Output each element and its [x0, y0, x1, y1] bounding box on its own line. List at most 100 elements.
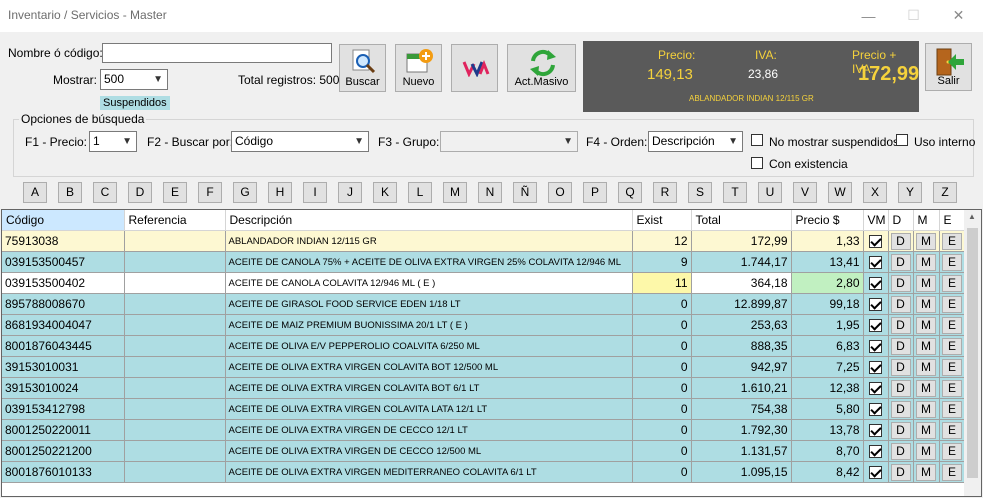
cell-stock[interactable]: 9 — [632, 251, 692, 273]
cell-description[interactable]: ACEITE DE OLIVA E/V PEPPEROLIO COALVITA … — [225, 335, 633, 357]
modify-button[interactable]: M — [916, 232, 936, 250]
vm-checkbox[interactable] — [869, 423, 882, 437]
detail-button[interactable]: D — [890, 463, 911, 481]
letter-filter-button[interactable]: O — [548, 182, 572, 203]
vm-checkbox[interactable] — [869, 318, 882, 332]
vm-checkbox[interactable] — [869, 402, 882, 416]
cell-price[interactable]: 1,33 — [791, 230, 864, 252]
cell-total[interactable]: 888,35 — [691, 335, 792, 357]
column-header-description[interactable]: Descripción — [225, 210, 633, 231]
column-header-m[interactable]: M — [913, 210, 940, 231]
cell-stock[interactable]: 0 — [632, 419, 692, 441]
column-header-e[interactable]: E — [939, 210, 966, 231]
cell-total[interactable]: 1.131,57 — [691, 440, 792, 462]
vm-checkbox[interactable] — [869, 297, 882, 311]
search-by-select[interactable]: Código ▼ — [231, 131, 369, 152]
vm-checkbox[interactable] — [869, 381, 882, 395]
table-row[interactable]: 039153412798 ACEITE DE OLIVA EXTRA VIRGEN… — [2, 398, 966, 420]
column-header-d[interactable]: D — [888, 210, 914, 231]
search-button[interactable]: Buscar — [339, 44, 386, 92]
cell-reference[interactable] — [124, 440, 226, 462]
column-header-total[interactable]: Total — [691, 210, 792, 231]
cell-code[interactable]: 895788008670 — [2, 293, 125, 315]
cell-price[interactable]: 1,95 — [791, 314, 864, 336]
table-row[interactable]: 039153500402 ACEITE DE CANOLA COLAVITA 12… — [2, 272, 966, 294]
modify-button[interactable]: M — [916, 295, 936, 313]
letter-filter-button[interactable]: H — [268, 182, 292, 203]
delete-button[interactable]: E — [942, 253, 962, 271]
cell-code[interactable]: 8681934004047 — [2, 314, 125, 336]
detail-button[interactable]: D — [890, 421, 911, 439]
cell-reference[interactable] — [124, 356, 226, 378]
cell-reference[interactable] — [124, 314, 226, 336]
cell-reference[interactable] — [124, 335, 226, 357]
letter-filter-button[interactable]: K — [373, 182, 397, 203]
cell-price[interactable]: 7,25 — [791, 356, 864, 378]
cell-stock[interactable]: 0 — [632, 314, 692, 336]
cell-description[interactable]: ACEITE DE OLIVA EXTRA VIRGEN COLAVITA BO… — [225, 377, 633, 399]
modify-button[interactable]: M — [916, 379, 936, 397]
vm-checkbox[interactable] — [869, 255, 882, 269]
delete-button[interactable]: E — [942, 316, 962, 334]
modify-button[interactable]: M — [916, 421, 936, 439]
cell-price[interactable]: 8,42 — [791, 461, 864, 483]
detail-button[interactable]: D — [890, 337, 911, 355]
modify-button[interactable]: M — [916, 253, 936, 271]
cell-code[interactable]: 8001876043445 — [2, 335, 125, 357]
detail-button[interactable]: D — [890, 274, 911, 292]
detail-button[interactable]: D — [890, 358, 911, 376]
delete-button[interactable]: E — [942, 295, 962, 313]
cell-description[interactable]: ACEITE DE MAIZ PREMIUM BUONISSIMA 20/1 L… — [225, 314, 633, 336]
bulk-update-button[interactable]: Act.Masivo — [507, 44, 576, 92]
letter-filter-button[interactable]: W — [828, 182, 852, 203]
letter-filter-button[interactable]: M — [443, 182, 467, 203]
price-level-select[interactable]: 1 ▼ — [89, 131, 137, 152]
letter-filter-button[interactable]: X — [863, 182, 887, 203]
cell-total[interactable]: 754,38 — [691, 398, 792, 420]
group-select[interactable]: ▼ — [440, 131, 578, 152]
letter-filter-button[interactable]: E — [163, 182, 187, 203]
cell-total[interactable]: 1.095,15 — [691, 461, 792, 483]
cell-reference[interactable] — [124, 272, 226, 294]
show-count-select[interactable]: 500 ▼ — [100, 69, 168, 90]
vertical-scrollbar[interactable]: ▲ — [964, 210, 981, 496]
cell-stock[interactable]: 0 — [632, 440, 692, 462]
cell-reference[interactable] — [124, 251, 226, 273]
cell-stock[interactable]: 0 — [632, 398, 692, 420]
letter-filter-button[interactable]: C — [93, 182, 117, 203]
cell-price[interactable]: 6,83 — [791, 335, 864, 357]
table-row[interactable]: 895788008670 ACEITE DE GIRASOL FOOD SERVI… — [2, 293, 966, 315]
cell-code[interactable]: 039153500402 — [2, 272, 125, 294]
suspended-badge[interactable]: Suspendidos — [100, 96, 170, 110]
cell-reference[interactable] — [124, 230, 226, 252]
modify-button[interactable]: M — [916, 442, 936, 460]
detail-button[interactable]: D — [890, 442, 911, 460]
name-search-input[interactable] — [102, 43, 332, 63]
detail-button[interactable]: D — [890, 253, 911, 271]
letter-filter-button[interactable]: I — [303, 182, 327, 203]
delete-button[interactable]: E — [942, 232, 962, 250]
vm-checkbox[interactable] — [869, 234, 882, 248]
cell-total[interactable]: 12.899,87 — [691, 293, 792, 315]
new-button[interactable]: Nuevo — [395, 44, 442, 92]
cell-stock[interactable]: 0 — [632, 377, 692, 399]
cell-stock[interactable]: 0 — [632, 356, 692, 378]
delete-button[interactable]: E — [942, 358, 962, 376]
cell-price[interactable]: 2,80 — [791, 272, 864, 294]
cell-code[interactable]: 75913038 — [2, 230, 125, 252]
maximize-button[interactable]: ☐ — [891, 0, 936, 31]
modify-button[interactable]: M — [916, 316, 936, 334]
letter-filter-button[interactable]: V — [793, 182, 817, 203]
order-select[interactable]: Descripción ▼ — [648, 131, 743, 152]
letter-filter-button[interactable]: N — [478, 182, 502, 203]
detail-button[interactable]: D — [890, 232, 911, 250]
letter-filter-button[interactable]: J — [338, 182, 362, 203]
cell-price[interactable]: 5,80 — [791, 398, 864, 420]
scroll-up-icon[interactable]: ▲ — [968, 212, 976, 221]
cell-stock[interactable]: 11 — [632, 272, 692, 294]
cell-code[interactable]: 8001250220011 — [2, 419, 125, 441]
cell-description[interactable]: ACEITE DE OLIVA EXTRA VIRGEN MEDITERRANE… — [225, 461, 633, 483]
cell-description[interactable]: ACEITE DE OLIVA EXTRA VIRGEN DE CECCO 12… — [225, 440, 633, 462]
delete-button[interactable]: E — [942, 421, 962, 439]
close-button[interactable]: ✕ — [936, 0, 981, 31]
